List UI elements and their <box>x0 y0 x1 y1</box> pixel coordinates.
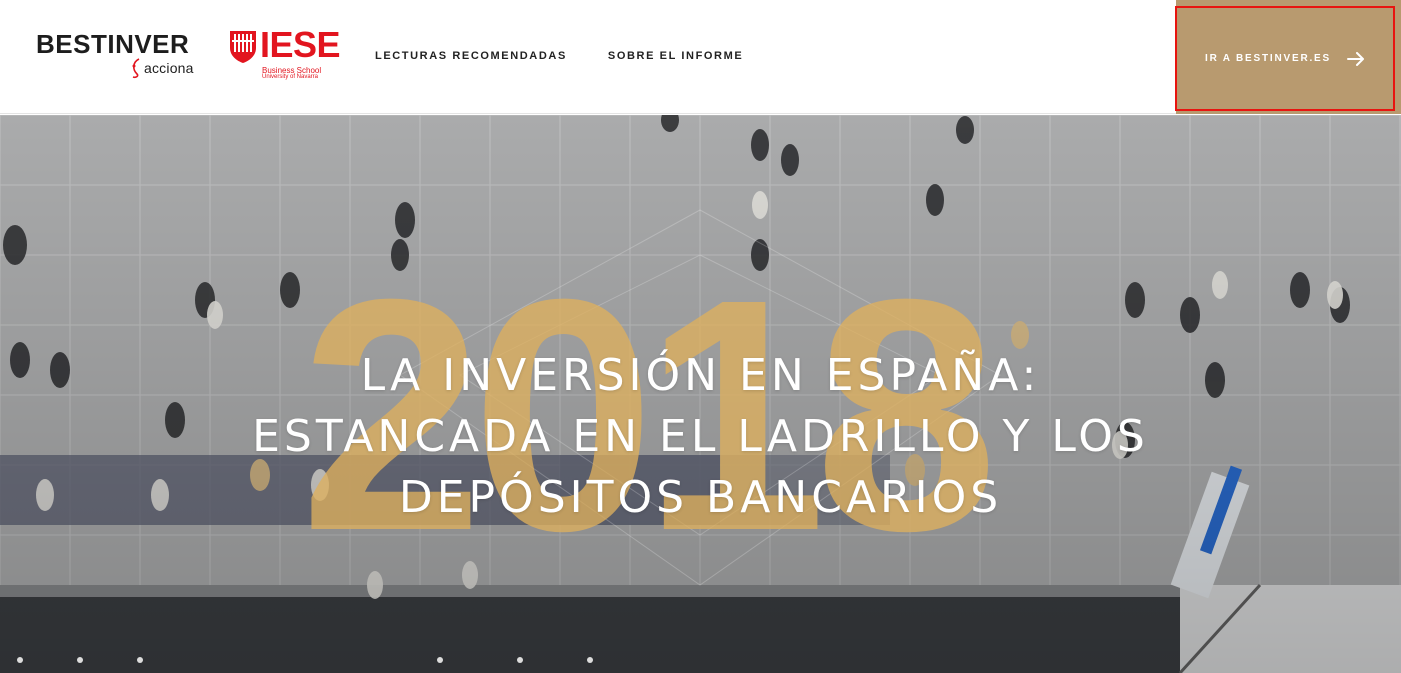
arrow-right-icon <box>1347 51 1364 66</box>
acciona-mark: acciona <box>130 57 200 81</box>
iese-university: University of Navarra <box>262 74 319 80</box>
ir-a-bestinver-button[interactable]: IR A BESTINVER.ES <box>1175 6 1395 111</box>
site-header: BESTINVER acciona IESE Business School U… <box>0 0 1401 114</box>
iese-wordmark: IESE <box>260 24 341 65</box>
bestinver-logo[interactable]: BESTINVER acciona <box>36 29 198 84</box>
hero-title: LA INVERSIÓN EN ESPAÑA: ESTANCADA EN EL … <box>0 345 1401 528</box>
hero-title-line-1: LA INVERSIÓN EN ESPAÑA: <box>360 350 1041 401</box>
acciona-text: acciona <box>144 60 194 76</box>
nav-sobre-el-informe[interactable]: SOBRE EL INFORME <box>608 50 743 62</box>
acciona-leaf-icon <box>132 58 140 79</box>
main-nav: LECTURAS RECOMENDADAS SOBRE EL INFORME <box>375 50 743 62</box>
cta-label: IR A BESTINVER.ES <box>1205 53 1331 64</box>
hero-title-line-3: DEPÓSITOS BANCARIOS <box>398 472 1003 523</box>
hero-title-line-2: ESTANCADA EN EL LADRILLO Y LOS <box>252 411 1149 462</box>
hero-section: 2018 LA INVERSIÓN EN ESPAÑA: ESTANCADA E… <box>0 115 1401 673</box>
nav-lecturas-recomendadas[interactable]: LECTURAS RECOMENDADAS <box>375 50 567 62</box>
iese-logo[interactable]: IESE Business School University of Navar… <box>229 26 341 84</box>
iese-shield-icon <box>230 31 256 63</box>
bestinver-wordmark: BESTINVER <box>36 29 190 59</box>
